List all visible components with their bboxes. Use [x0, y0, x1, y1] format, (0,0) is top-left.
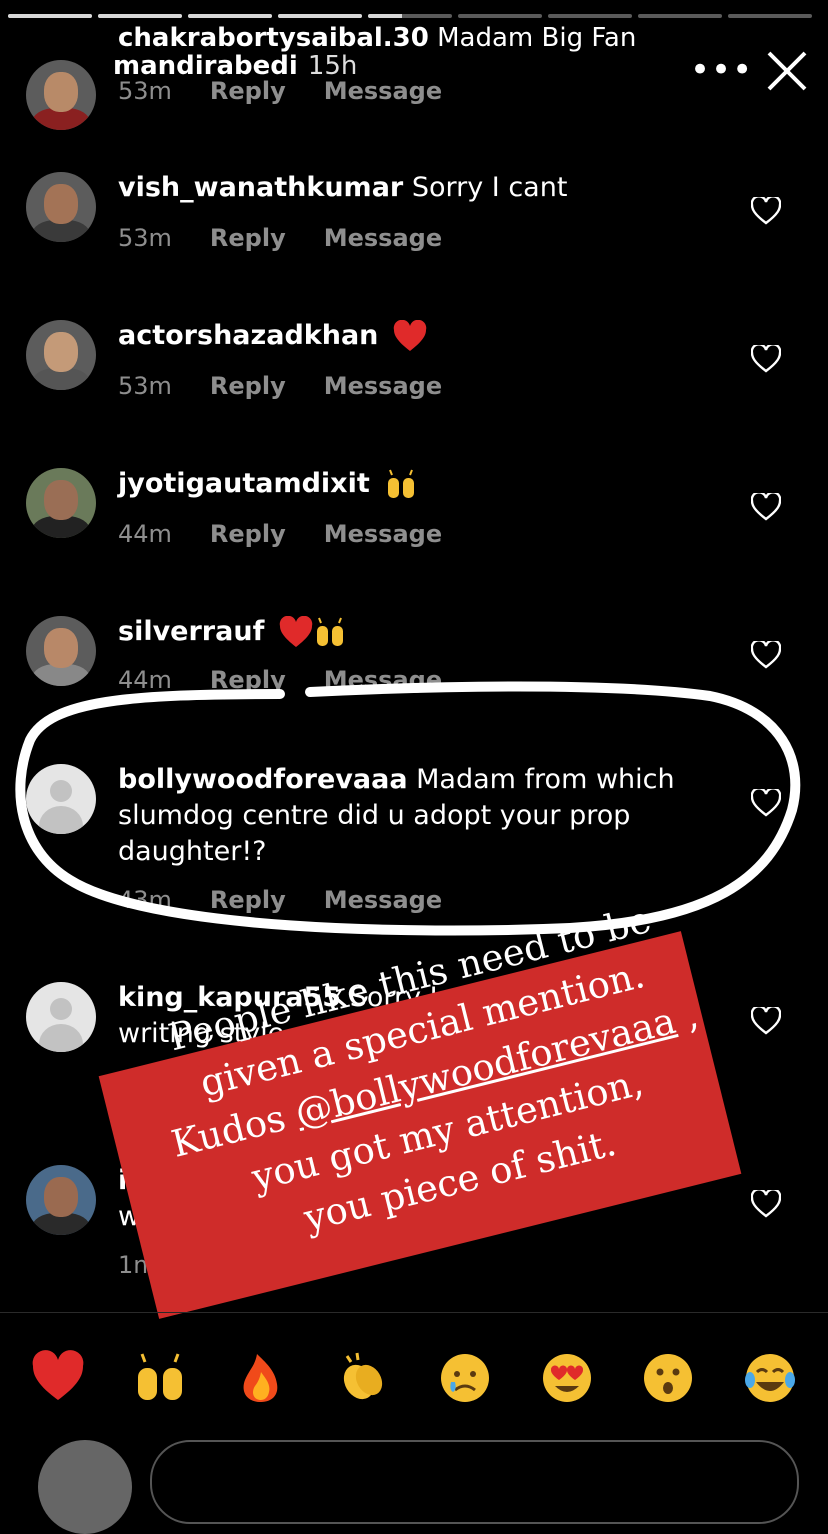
comment-username[interactable]: actorshazadkhan [118, 320, 378, 351]
raising-hands-icon [316, 617, 343, 646]
like-heart-icon[interactable] [751, 493, 781, 521]
progress-segment [728, 14, 812, 18]
divider [0, 1312, 828, 1313]
message-button[interactable]: Message [324, 520, 442, 548]
progress-fill [8, 14, 92, 18]
comment-username[interactable]: chakrabortysaibal.30 [118, 23, 429, 53]
comment-time: 53m [118, 77, 172, 105]
progress-fill [98, 14, 182, 18]
avatar[interactable] [26, 1165, 96, 1235]
comment-username[interactable]: jyotigautamdixit [118, 468, 370, 499]
clapping-hands-icon[interactable] [335, 1350, 391, 1406]
message-button[interactable]: Message [324, 666, 442, 694]
like-heart-icon[interactable] [751, 789, 781, 817]
heart-eyes-icon[interactable] [539, 1350, 595, 1406]
like-heart-icon[interactable] [751, 641, 781, 669]
reply-button[interactable]: Reply [210, 666, 286, 694]
progress-segment [278, 14, 362, 18]
comment-time: 53m [118, 224, 172, 252]
raising-hands-icon [388, 469, 415, 498]
reply-button[interactable]: Reply [210, 886, 286, 914]
close-icon[interactable] [764, 48, 810, 94]
more-options-icon[interactable]: ••• [690, 50, 753, 90]
story-username[interactable]: mandirabedi [113, 51, 298, 81]
comment-username[interactable]: bollywoodforevaaa [118, 764, 408, 795]
progress-fill [278, 14, 362, 18]
like-heart-icon[interactable] [751, 197, 781, 225]
comment-username[interactable]: vish_wanathkumar [118, 172, 403, 203]
message-button[interactable]: Message [324, 372, 442, 400]
progress-segment [638, 14, 722, 18]
progress-segment [98, 14, 182, 18]
progress-segment [548, 14, 632, 18]
comment-text: Sorry I cant [411, 172, 568, 203]
avatar[interactable] [26, 60, 96, 130]
reply-button[interactable]: Reply [210, 520, 286, 548]
message-button[interactable]: Message [324, 77, 442, 105]
progress-segment [188, 14, 272, 18]
story-progress-bar [8, 14, 812, 18]
comment-time: 53m [118, 372, 172, 400]
user-avatar[interactable] [38, 1440, 132, 1534]
raising-hands-icon[interactable] [132, 1350, 188, 1406]
progress-segment [368, 14, 452, 18]
avatar[interactable] [26, 320, 96, 390]
progress-segment [458, 14, 542, 18]
comment-text: Madam Big Fan [437, 23, 637, 53]
fire-icon[interactable] [233, 1350, 289, 1406]
quick-reactions-bar [30, 1350, 798, 1406]
avatar[interactable] [26, 468, 96, 538]
avatar[interactable] [26, 616, 96, 686]
comment-time: 43m [118, 886, 172, 914]
avatar[interactable] [26, 172, 96, 242]
progress-segment [8, 14, 92, 18]
message-button[interactable]: Message [324, 224, 442, 252]
avatar[interactable] [26, 764, 96, 834]
surprised-face-icon[interactable] [640, 1350, 696, 1406]
crying-face-icon[interactable] [437, 1350, 493, 1406]
progress-fill [368, 14, 402, 18]
red-heart-icon [279, 615, 313, 647]
reply-button[interactable]: Reply [210, 77, 286, 105]
red-heart-icon[interactable] [30, 1350, 86, 1406]
red-heart-icon [393, 319, 427, 351]
comment-time: 44m [118, 666, 172, 694]
like-heart-icon[interactable] [751, 1190, 781, 1218]
progress-fill [188, 14, 272, 18]
comment-input[interactable] [150, 1440, 799, 1524]
like-heart-icon[interactable] [751, 345, 781, 373]
avatar[interactable] [26, 982, 96, 1052]
reply-button[interactable]: Reply [210, 372, 286, 400]
comment-time: 44m [118, 520, 172, 548]
annotation-comma: , [680, 993, 703, 1038]
story-time: 15h [307, 51, 358, 81]
message-button[interactable]: Message [324, 886, 442, 914]
story-header: mandirabedi 15h [113, 51, 357, 81]
comment-username[interactable]: silverrauf [118, 616, 264, 647]
tears-of-joy-icon[interactable] [742, 1350, 798, 1406]
reply-button[interactable]: Reply [210, 224, 286, 252]
